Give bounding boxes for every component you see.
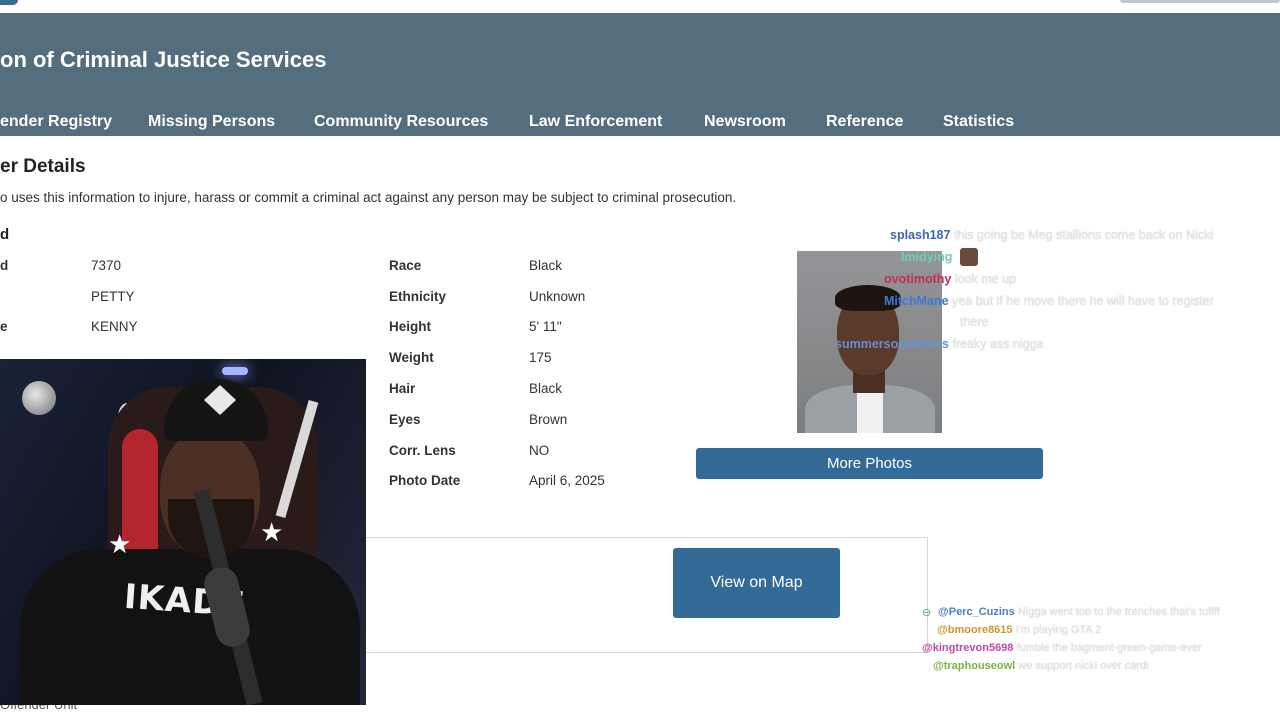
field-label-ethnicity: Ethnicity <box>389 289 447 304</box>
field-label-height: Height <box>389 319 431 334</box>
chat-message: look me up <box>954 272 1016 286</box>
field-value-first-name: KENNY <box>91 319 138 334</box>
map-panel <box>366 537 928 653</box>
chat-line: ovotimothy look me up <box>884 272 1016 286</box>
field-value-race: Black <box>529 258 563 273</box>
site-header: on of Criminal Justice Services ender Re… <box>0 13 1280 136</box>
webcam-overlay: IKADE ★ ★ <box>0 359 366 705</box>
photo-collar <box>857 391 883 433</box>
nav-item-missing-persons[interactable]: Missing Persons <box>148 113 275 131</box>
field-value-height: 5' 11" <box>529 319 562 334</box>
chat-username: @bmoore8615 <box>937 624 1013 636</box>
identity-heading: d <box>0 226 10 243</box>
disco-ball-icon <box>22 381 56 415</box>
nav-item-law-enforcement[interactable]: Law Enforcement <box>529 113 662 131</box>
chat-message: freaky ass nigga <box>952 337 1044 351</box>
chat-username: @traphouseowl <box>933 660 1016 672</box>
field-label-id: d <box>0 258 9 273</box>
nav-item-community-resources[interactable]: Community Resources <box>314 113 488 131</box>
field-value-last-name: PETTY <box>91 289 135 304</box>
chat-username: summersometimes <box>835 337 949 351</box>
legal-warning: o uses this information to injure, haras… <box>0 190 737 205</box>
field-label-weight: Weight <box>389 350 434 365</box>
star-icon: ★ <box>108 529 132 559</box>
chat-message: this going be Meg stallions come back on… <box>953 228 1214 242</box>
top-strip <box>0 0 1280 13</box>
nav-item-offender-registry[interactable]: ender Registry <box>0 113 112 131</box>
chat-line: @kingtrevon5698 fumble the bagment-green… <box>922 642 1202 654</box>
kick-logo-icon: ⊖ <box>922 607 932 619</box>
chat-username: @kingtrevon5698 <box>922 642 1014 654</box>
chat-message: yea but if he move there he will have to… <box>952 294 1215 308</box>
chat-line: summersometimes freaky ass nigga <box>835 337 1043 351</box>
page-title: er Details <box>0 156 86 177</box>
field-label-photo-date: Photo Date <box>389 473 461 488</box>
streamer-jersey <box>20 549 360 705</box>
site-title: on of Criminal Justice Services <box>0 47 327 72</box>
field-label-corr-lens: Corr. Lens <box>389 443 456 458</box>
nav-item-reference[interactable]: Reference <box>826 113 903 131</box>
field-label-eyes: Eyes <box>389 412 421 427</box>
chat-line: MitchMane yea but if he move there he wi… <box>884 294 1214 308</box>
chat-line: @bmoore8615 I'm playing GTA 2 <box>937 624 1101 636</box>
ceiling-light <box>222 367 248 375</box>
field-value-photo-date: April 6, 2025 <box>529 473 605 488</box>
nav-item-newsroom[interactable]: Newsroom <box>704 113 786 131</box>
field-value-corr-lens: NO <box>529 443 550 458</box>
chat-message: fumble the bagment-green-game-ever <box>1016 642 1202 654</box>
chat-username: @Perc_Cuzins <box>938 606 1015 618</box>
field-value-ethnicity: Unknown <box>529 289 586 304</box>
chat-line: @traphouseowl we support nicki over card… <box>933 660 1149 672</box>
chat-message: there <box>960 315 989 329</box>
chat-username: Imidying <box>901 250 953 264</box>
field-label-hair: Hair <box>389 381 416 396</box>
field-label-race: Race <box>389 258 422 273</box>
chat-line: Imidying <box>901 250 952 264</box>
more-photos-button[interactable]: More Photos <box>696 448 1043 479</box>
chat-message: Nigga went too to the trenches that's tu… <box>1017 606 1220 618</box>
nav-item-statistics[interactable]: Statistics <box>943 113 1014 131</box>
chat-line: @Perc_Cuzins Nigga went too to the trenc… <box>938 606 1220 618</box>
search-box-fragment[interactable] <box>1120 0 1280 3</box>
face-emote-icon <box>960 248 978 266</box>
chat-username: MitchMane <box>884 294 949 308</box>
logo-fragment <box>0 0 18 5</box>
view-on-map-button[interactable]: View on Map <box>673 548 840 618</box>
field-label-first-name: e <box>0 319 8 334</box>
field-value-weight: 175 <box>529 350 552 365</box>
chat-username: ovotimothy <box>884 272 952 286</box>
chat-line: there <box>960 315 989 329</box>
field-value-hair: Black <box>529 381 563 396</box>
chat-line: splash187 this going be Meg stallions co… <box>890 228 1213 242</box>
field-value-eyes: Brown <box>529 412 568 427</box>
chat-message: I'm playing GTA 2 <box>1015 624 1102 636</box>
chat-username: splash187 <box>890 228 951 242</box>
chat-message: we support nicki over cardi <box>1018 660 1149 672</box>
field-value-id: 7370 <box>91 258 122 273</box>
star-icon: ★ <box>260 517 284 547</box>
